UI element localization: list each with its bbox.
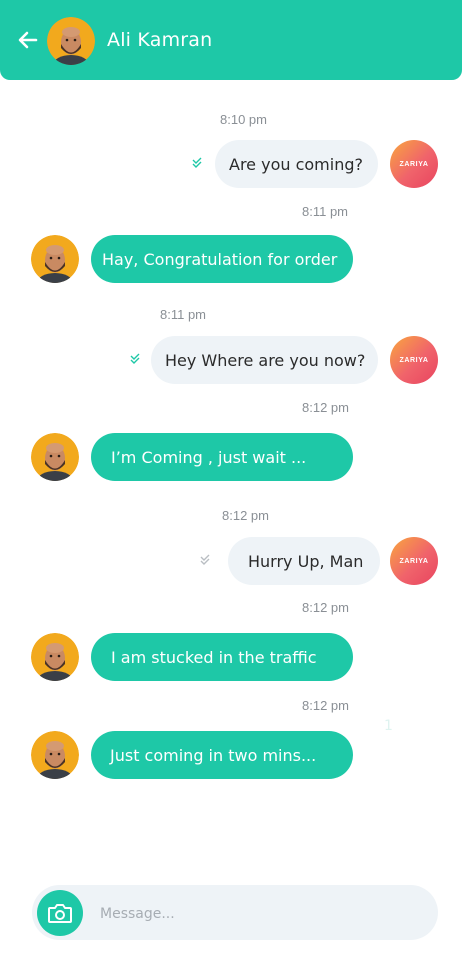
brand-avatar[interactable]: ZARIYA bbox=[390, 336, 438, 384]
arrow-left-icon bbox=[18, 31, 38, 49]
contact-avatar[interactable] bbox=[31, 633, 79, 681]
contact-avatar[interactable] bbox=[31, 731, 79, 779]
outgoing-message[interactable]: Are you coming? bbox=[215, 140, 378, 188]
back-button[interactable] bbox=[16, 28, 40, 52]
incoming-message[interactable]: I am stucked in the traffic bbox=[91, 633, 353, 681]
contact-avatar[interactable] bbox=[31, 433, 79, 481]
stray-mark: 1 bbox=[384, 718, 393, 734]
incoming-message[interactable]: I’m Coming , just wait ... bbox=[91, 433, 353, 481]
message-time: 8:12 pm bbox=[222, 508, 269, 523]
message-time: 8:11 pm bbox=[302, 204, 349, 219]
message-time: 8:12 pm bbox=[302, 698, 349, 713]
outgoing-message[interactable]: Hurry Up, Man bbox=[228, 537, 380, 585]
double-check-icon bbox=[130, 353, 140, 364]
camera-button[interactable] bbox=[37, 890, 83, 936]
brand-avatar[interactable]: ZARIYA bbox=[390, 140, 438, 188]
double-check-icon bbox=[192, 157, 202, 168]
contact-avatar[interactable] bbox=[47, 17, 95, 65]
message-time: 8:12 pm bbox=[302, 600, 349, 615]
camera-icon bbox=[48, 904, 72, 923]
brand-avatar[interactable]: ZARIYA bbox=[390, 537, 438, 585]
double-check-icon bbox=[200, 554, 210, 565]
chat-header: Ali Kamran bbox=[0, 0, 462, 80]
message-input[interactable] bbox=[100, 898, 420, 930]
contact-name: Ali Kamran bbox=[107, 29, 213, 51]
message-time: 8:11 pm bbox=[160, 307, 207, 322]
contact-avatar[interactable] bbox=[31, 235, 79, 283]
incoming-message[interactable]: Hay, Congratulation for order bbox=[91, 235, 353, 283]
incoming-message[interactable]: Just coming in two mins... bbox=[91, 731, 353, 779]
message-time: 8:12 pm bbox=[302, 400, 349, 415]
outgoing-message[interactable]: Hey Where are you now? bbox=[151, 336, 378, 384]
message-time: 8:10 pm bbox=[220, 112, 267, 127]
